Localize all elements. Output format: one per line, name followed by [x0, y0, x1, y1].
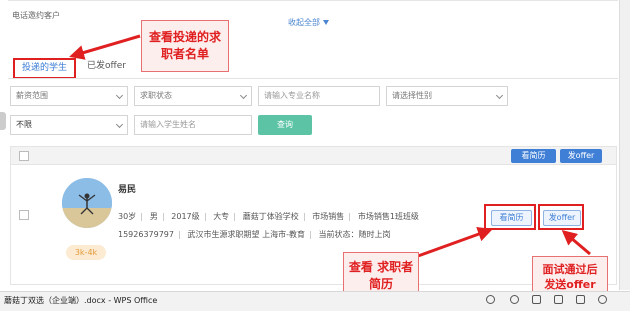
arrow-to-send-offer	[561, 230, 591, 256]
document-icon[interactable]	[532, 295, 541, 304]
arrow-to-tab	[69, 34, 141, 60]
pages-icon[interactable]	[554, 295, 563, 304]
chat-icon[interactable]	[598, 295, 607, 304]
taskbar-window-title[interactable]: 蘑菇丁双选（企业端）.docx - WPS Office	[4, 295, 157, 306]
annotation-line: 发送offer	[544, 278, 596, 291]
share-icon[interactable]	[510, 295, 519, 304]
annotation-line: 职者名单	[160, 47, 209, 61]
annotation-line: 面试通过后	[542, 263, 598, 276]
annotation-line: 查看投递的求	[148, 30, 221, 44]
notes-icon[interactable]	[576, 295, 585, 304]
annotation-view-candidates: 查看投递的求 职者名单	[141, 20, 229, 72]
arrow-to-view-resume	[417, 227, 493, 258]
annotation-line: 查看 求职者	[348, 260, 414, 274]
pin-icon[interactable]	[486, 295, 495, 304]
